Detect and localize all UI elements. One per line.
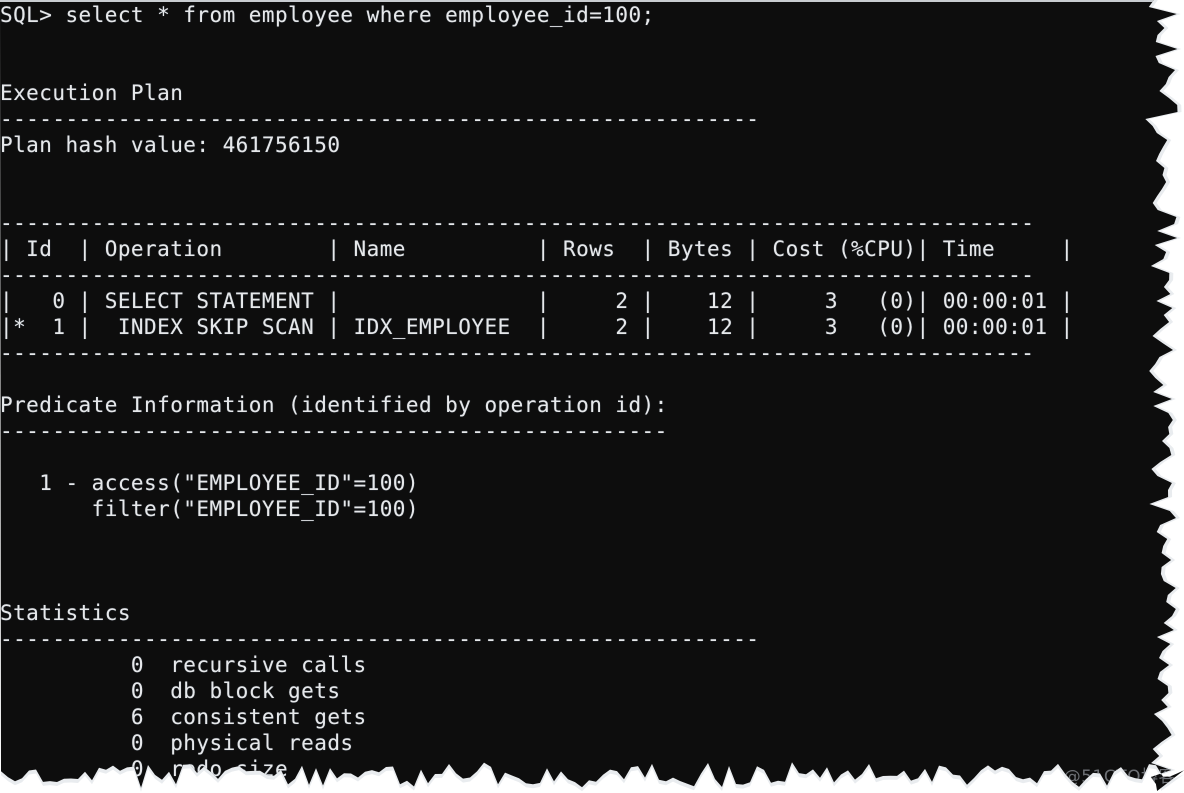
list-item: 6 consistent gets xyxy=(0,705,367,729)
list-item: 0 physical reads xyxy=(0,731,354,755)
terminal-window: SQL> select * from employee where employ… xyxy=(0,0,1184,793)
terminal-output[interactable]: SQL> select * from employee where employ… xyxy=(0,2,1074,791)
predicate-heading: Predicate Information (identified by ope… xyxy=(0,393,668,417)
predicate-entry: filter("EMPLOYEE_ID"=100) xyxy=(0,497,419,521)
prompt-line: SQL> select * from employee where employ… xyxy=(0,3,655,27)
list-item: 0 redo size xyxy=(0,757,289,781)
execution-plan-rule: ----------------------------------------… xyxy=(0,107,760,131)
plan-table-header-border: ----------------------------------------… xyxy=(0,263,1035,287)
execution-plan-heading: Execution Plan xyxy=(0,81,184,105)
plan-hash-line: Plan hash value: 461756150 xyxy=(0,133,341,157)
statistics-heading: Statistics xyxy=(0,601,131,625)
table-row: |* 1 | INDEX SKIP SCAN | IDX_EMPLOYEE | … xyxy=(0,315,1074,339)
list-item: 0 db block gets xyxy=(0,679,341,703)
plan-table-bottom-border: ----------------------------------------… xyxy=(0,341,1035,365)
statistics-rule: ----------------------------------------… xyxy=(0,627,760,651)
plan-table-header: | Id | Operation | Name | Rows | Bytes |… xyxy=(0,237,1074,261)
table-row: | 0 | SELECT STATEMENT | | 2 | 12 | 3 (0… xyxy=(0,289,1074,313)
list-item: 0 recursive calls xyxy=(0,653,367,677)
predicate-entry: 1 - access("EMPLOYEE_ID"=100) xyxy=(0,471,419,495)
predicate-rule: ----------------------------------------… xyxy=(0,419,668,443)
terminal-screen: SQL> select * from employee where employ… xyxy=(0,0,1184,791)
plan-table-top-border: ----------------------------------------… xyxy=(0,211,1035,235)
